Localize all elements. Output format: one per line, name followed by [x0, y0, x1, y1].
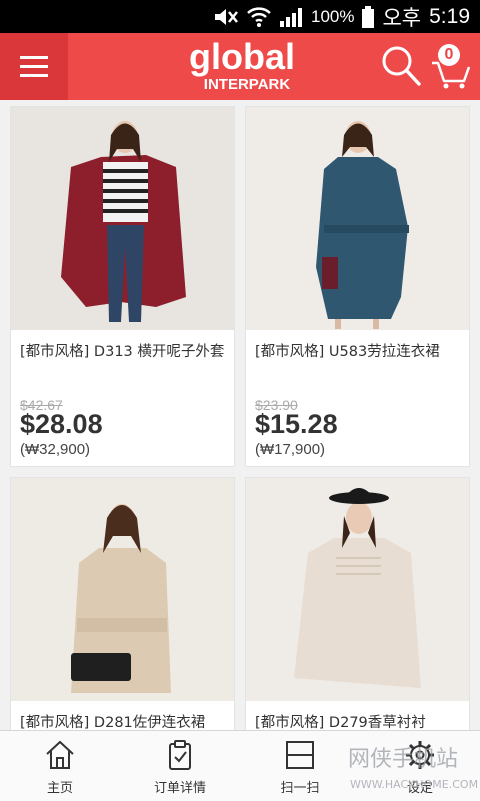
battery-percent: 100%	[311, 6, 355, 26]
product-price-krw: (₩17,900)	[255, 441, 326, 458]
product-card[interactable]: [都市风格] U583劳拉连衣裙 $23.90 $15.28 (₩17,900)	[245, 106, 470, 467]
product-image-blue-dress	[246, 107, 469, 330]
nav-home[interactable]: 主页	[0, 731, 120, 801]
app-logo: global INTERPARK	[175, 36, 310, 95]
status-ampm: 오후	[382, 6, 422, 30]
clipboard-check-icon	[169, 740, 191, 770]
product-card[interactable]: [都市风格] D279香草衬衬	[245, 477, 470, 737]
product-image-beige-dress	[11, 478, 234, 701]
logo-main-text: global	[189, 39, 295, 77]
logo-sub-text: INTERPARK	[204, 76, 291, 93]
bottom-navigation: 主页 订单详情 扫一扫 设定	[0, 730, 480, 801]
battery-icon	[362, 5, 375, 28]
search-icon	[382, 46, 421, 86]
product-title: [都市风格] U583劳拉连衣裙	[255, 344, 440, 360]
nav-home-label: 主页	[46, 781, 73, 796]
product-price-krw: (₩32,900)	[20, 441, 91, 458]
scan-icon	[286, 741, 314, 769]
search-button[interactable]	[381, 45, 421, 87]
status-bar: 100% 오후 5:19	[0, 0, 480, 33]
status-time: 5:19	[429, 4, 470, 28]
product-price: $28.08	[20, 409, 103, 439]
nav-scan-label: 扫一扫	[280, 781, 320, 796]
menu-button[interactable]	[0, 33, 68, 100]
gear-icon	[406, 741, 434, 769]
nav-scan[interactable]: 扫一扫	[240, 731, 360, 801]
product-card[interactable]: [都市风格] D281佐伊连衣裙	[10, 477, 235, 737]
app-header: global INTERPARK 0	[0, 33, 480, 100]
nav-orders-label: 订单详情	[153, 781, 206, 796]
mute-icon	[213, 7, 239, 27]
product-card[interactable]: [都市风格] D313 横开呢子外套 $42.67 $28.08 (₩32,90…	[10, 106, 235, 467]
home-icon	[46, 740, 74, 769]
signal-icon	[279, 7, 303, 27]
product-title: [都市风格] D313 横开呢子外套	[20, 344, 225, 360]
nav-settings[interactable]: 设定	[360, 731, 480, 801]
nav-orders[interactable]: 订单详情	[120, 731, 240, 801]
cart-button[interactable]: 0	[430, 41, 472, 89]
product-price: $15.28	[255, 409, 338, 439]
cart-count-badge: 0	[438, 44, 460, 66]
product-image-red-coat	[11, 107, 234, 330]
nav-settings-label: 设定	[406, 781, 433, 796]
wifi-icon	[247, 6, 271, 27]
product-image-cream-shirt	[246, 478, 469, 701]
hamburger-icon	[20, 55, 48, 77]
